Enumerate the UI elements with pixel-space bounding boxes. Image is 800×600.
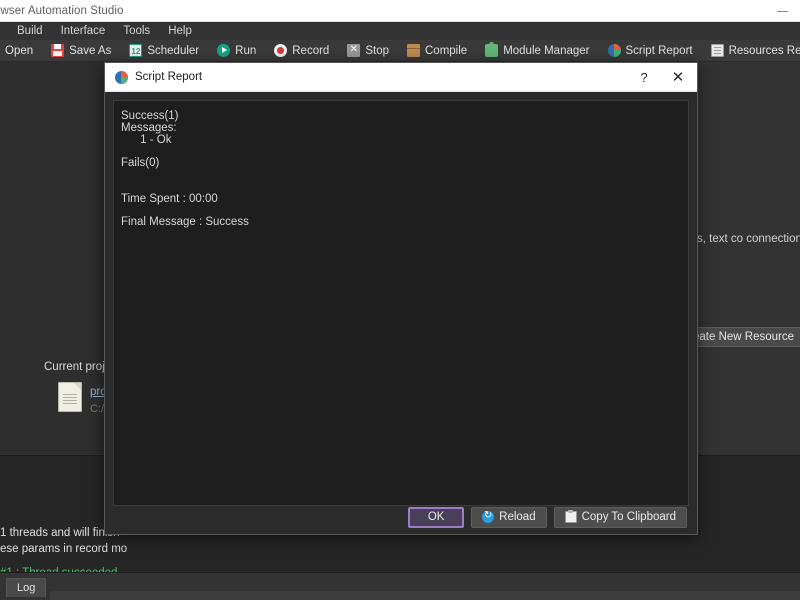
toolbar-button-compile[interactable]: Compile <box>398 40 476 61</box>
toolbar-button-record[interactable]: Record <box>265 40 338 61</box>
window-titlebar: owser Automation Studio <box>0 0 800 22</box>
toolbar-label-record: Record <box>292 44 330 57</box>
toolbar-button-module-manager[interactable]: Module Manager <box>476 40 598 61</box>
menu-item-interface[interactable]: Interface <box>52 22 115 40</box>
toolbar-label-save-as: Save As <box>69 44 112 57</box>
script-report-dialog: Script Report ? ✕ Success(1) Messages: 1… <box>104 62 698 535</box>
dialog-body: Success(1) Messages: 1 - Ok Fails(0) Tim… <box>105 92 697 534</box>
calendar-icon: 12 <box>129 44 143 57</box>
log-line: ese params in record mo <box>0 543 128 555</box>
play-icon <box>217 44 231 57</box>
menu-item-help[interactable]: Help <box>159 22 201 40</box>
toolbar-button-stop[interactable]: ✕ Stop <box>338 40 398 61</box>
window-controls <box>772 4 800 18</box>
package-box-icon <box>407 44 420 57</box>
window-title: owser Automation Studio <box>0 4 124 17</box>
bottom-tab-strip: Log <box>0 572 800 600</box>
report-text: Success(1) Messages: 1 - Ok Fails(0) Tim… <box>121 110 249 229</box>
help-button[interactable]: ? <box>627 64 661 91</box>
list-lines-icon <box>710 44 724 57</box>
stop-icon: ✕ <box>347 44 361 57</box>
record-icon <box>274 44 288 57</box>
toolbar-label-stop: Stop <box>365 44 389 57</box>
ok-button-label: OK <box>427 511 445 523</box>
document-icon <box>58 382 82 412</box>
copy-to-clipboard-label: Copy To Clipboard <box>581 511 676 523</box>
create-new-resource-button[interactable]: eate New Resource <box>683 327 800 347</box>
toolbar-button-resources-report[interactable]: Resources Report <box>702 40 800 61</box>
dialog-footer: OK Reload Copy To Clipboard <box>105 500 697 534</box>
tab-log[interactable]: Log <box>6 578 47 597</box>
toolbar-button-open[interactable]: Open <box>0 40 42 61</box>
toolbar-button-scheduler[interactable]: 12 Scheduler <box>120 40 208 61</box>
pie-chart-icon <box>115 70 128 84</box>
toolbar-button-script-report[interactable]: Script Report <box>599 40 702 61</box>
toolbar-button-run[interactable]: Run <box>208 40 265 61</box>
close-icon[interactable]: ✕ <box>661 64 695 91</box>
copy-to-clipboard-button[interactable]: Copy To Clipboard <box>553 506 687 528</box>
pie-chart-icon <box>607 44 621 57</box>
menu-item-build[interactable]: Build <box>8 22 52 40</box>
dialog-title: Script Report <box>135 71 203 83</box>
ok-button[interactable]: OK <box>408 506 465 528</box>
reload-button-label: Reload <box>499 511 536 523</box>
log-line: 1 threads and will finish <box>0 527 120 539</box>
toolbar-label-run: Run <box>235 44 257 57</box>
menu-item-tools[interactable]: Tools <box>114 22 159 40</box>
floppy-disk-icon <box>51 44 65 57</box>
clipboard-icon <box>564 510 577 523</box>
puzzle-piece-icon <box>485 42 499 57</box>
menu-bar: Build Interface Tools Help <box>0 22 800 40</box>
bottom-strip-filler <box>50 591 800 600</box>
main-toolbar: Open Save As 12 Scheduler Run Record ✕ S… <box>0 40 800 62</box>
toolbar-label-compile: Compile <box>425 44 468 57</box>
report-output-box[interactable]: Success(1) Messages: 1 - Ok Fails(0) Tim… <box>113 100 689 506</box>
toolbar-label-script-report: Script Report <box>625 44 693 57</box>
toolbar-label-scheduler: Scheduler <box>147 44 200 57</box>
toolbar-button-save-as[interactable]: Save As <box>42 40 120 61</box>
minimize-icon[interactable] <box>772 4 794 18</box>
toolbar-label-resources-report: Resources Report <box>728 44 800 57</box>
reload-button[interactable]: Reload <box>471 506 547 528</box>
dialog-window-controls: ? ✕ <box>627 64 695 91</box>
toolbar-label-open: Open <box>5 44 34 57</box>
application-window: owser Automation Studio Build Interface … <box>0 0 800 600</box>
reload-icon <box>482 509 495 523</box>
dialog-titlebar: Script Report ? ✕ <box>105 63 697 92</box>
current-project-row[interactable]: pro C:/\ <box>58 382 107 415</box>
toolbar-label-module-manager: Module Manager <box>503 44 590 57</box>
